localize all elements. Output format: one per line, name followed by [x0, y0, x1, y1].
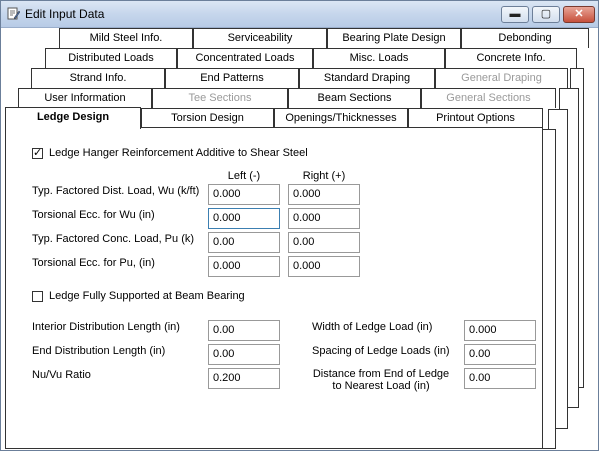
- nu-vu-ratio-input[interactable]: 0.200: [208, 368, 280, 389]
- width-ledge-load-label: Width of Ledge Load (in): [312, 321, 433, 333]
- tab-printout-options[interactable]: Printout Options: [408, 108, 543, 128]
- tab-concentrated-loads[interactable]: Concentrated Loads: [177, 48, 313, 68]
- torsional-ecc-pu-left-input[interactable]: 0.000: [208, 256, 280, 277]
- distance-end-ledge-label: Distance from End of Ledge: [312, 368, 450, 380]
- distance-end-ledge-label-2: to Nearest Load (in): [332, 380, 430, 392]
- window-title: Edit Input Data: [25, 7, 105, 21]
- tab-end-patterns[interactable]: End Patterns: [165, 68, 299, 88]
- spacing-ledge-loads-label: Spacing of Ledge Loads (in): [312, 345, 450, 357]
- conc-load-left-input[interactable]: 0.00: [208, 232, 280, 253]
- tab-user-information[interactable]: User Information: [18, 88, 152, 108]
- tab-ledge-design[interactable]: Ledge Design: [5, 107, 141, 129]
- conc-load-label: Typ. Factored Conc. Load, Pu (k): [32, 233, 195, 245]
- torsional-ecc-wu-label: Torsional Ecc. for Wu (in): [32, 209, 155, 221]
- dist-load-left-input[interactable]: 0.000: [208, 184, 280, 205]
- torsional-ecc-wu-left-input[interactable]: 0.000: [208, 208, 280, 229]
- width-ledge-load-input[interactable]: 0.000: [464, 320, 536, 341]
- nu-vu-ratio-label: Nu/Vu Ratio: [32, 369, 91, 381]
- tab-general-draping: General Draping: [435, 68, 568, 88]
- tab-misc-loads[interactable]: Misc. Loads: [313, 48, 445, 68]
- tab-openings-thicknesses[interactable]: Openings/Thicknesses: [274, 108, 408, 128]
- dist-load-right-input[interactable]: 0.000: [288, 184, 360, 205]
- tab-strand-info[interactable]: Strand Info.: [31, 68, 165, 88]
- right-column-header: Right (+): [302, 170, 346, 182]
- hanger-additive-label: Ledge Hanger Reinforcement Additive to S…: [49, 147, 308, 159]
- tab-beam-sections[interactable]: Beam Sections: [288, 88, 421, 108]
- tab-serviceability[interactable]: Serviceability: [193, 28, 327, 48]
- tab-torsion-design[interactable]: Torsion Design: [141, 108, 274, 128]
- edit-input-data-window: Edit Input Data ▬ ▢ ✕ Mild Steel Info. S…: [0, 0, 599, 451]
- torsional-ecc-pu-label: Torsional Ecc. for Pu, (in): [32, 257, 155, 269]
- tab-concrete-info[interactable]: Concrete Info.: [445, 48, 577, 68]
- end-dist-length-input[interactable]: 0.00: [208, 344, 280, 365]
- distance-end-ledge-input[interactable]: 0.00: [464, 368, 536, 389]
- tab-tee-sections: Tee Sections: [152, 88, 288, 108]
- interior-dist-length-input[interactable]: 0.00: [208, 320, 280, 341]
- tab-mild-steel-info[interactable]: Mild Steel Info.: [59, 28, 193, 48]
- spacing-ledge-loads-input[interactable]: 0.00: [464, 344, 536, 365]
- hanger-additive-checkbox[interactable]: ✓: [32, 147, 43, 159]
- fully-supported-label: Ledge Fully Supported at Beam Bearing: [49, 290, 245, 302]
- checkmark-icon: ✓: [33, 147, 43, 159]
- ledge-design-panel: ✓ Ledge Hanger Reinforcement Additive to…: [5, 127, 543, 449]
- left-column-header: Left (-): [227, 170, 261, 182]
- tab-distributed-loads[interactable]: Distributed Loads: [45, 48, 177, 68]
- interior-dist-length-label: Interior Distribution Length (in): [32, 321, 180, 333]
- conc-load-right-input[interactable]: 0.00: [288, 232, 360, 253]
- tab-general-sections: General Sections: [421, 88, 556, 108]
- minimize-button[interactable]: ▬: [501, 6, 529, 23]
- torsional-ecc-pu-right-input[interactable]: 0.000: [288, 256, 360, 277]
- dist-load-label: Typ. Factored Dist. Load, Wu (k/ft): [32, 185, 200, 197]
- torsional-ecc-wu-right-input[interactable]: 0.000: [288, 208, 360, 229]
- maximize-icon: ▢: [540, 8, 552, 20]
- title-bar[interactable]: Edit Input Data ▬ ▢ ✕: [1, 1, 598, 28]
- tab-bearing-plate-design[interactable]: Bearing Plate Design: [327, 28, 461, 48]
- client-area: Mild Steel Info. Serviceability Bearing …: [2, 28, 597, 449]
- end-dist-length-label: End Distribution Length (in): [32, 345, 166, 357]
- tab-debonding[interactable]: Debonding: [461, 28, 589, 48]
- maximize-button[interactable]: ▢: [532, 6, 560, 23]
- minimize-icon: ▬: [509, 8, 521, 20]
- fully-supported-checkbox[interactable]: [32, 291, 43, 302]
- close-button[interactable]: ✕: [563, 6, 595, 23]
- close-icon: ✕: [574, 8, 584, 20]
- edit-document-icon: [7, 7, 20, 20]
- tab-standard-draping[interactable]: Standard Draping: [299, 68, 435, 88]
